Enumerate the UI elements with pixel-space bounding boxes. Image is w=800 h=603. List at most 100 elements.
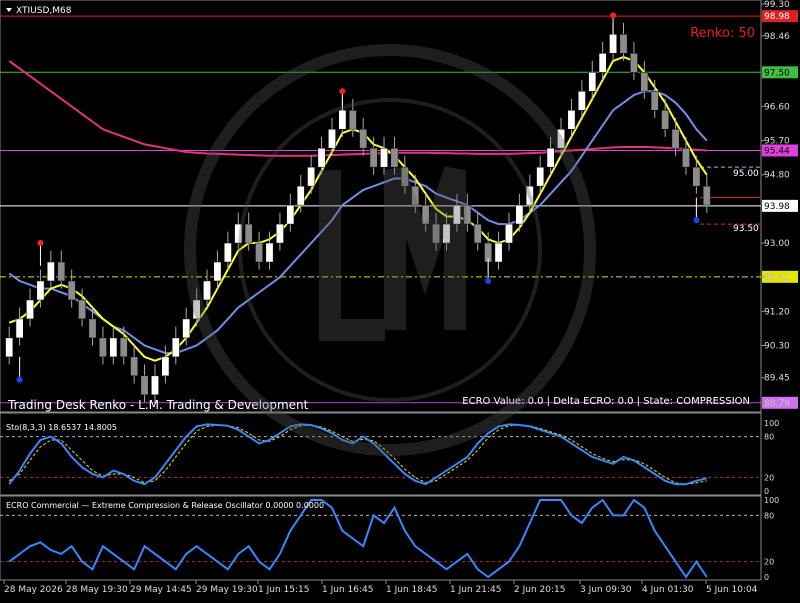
chart-window[interactable]: 98.98 97.50 95.44 93.98 92.11 88.79 99.30 98.4…	[0, 0, 800, 600]
bear-brick	[88, 318, 97, 339]
bull-brick	[505, 223, 513, 244]
bull-brick	[15, 318, 24, 339]
bull-brick	[265, 242, 274, 263]
price-level-label: 98.98	[764, 12, 790, 22]
bear-brick	[702, 185, 711, 206]
bear-brick	[119, 337, 128, 358]
price-levels-group: 98.98 97.50 95.44 93.98 92.11 88.79	[0, 10, 798, 409]
bear-brick	[661, 109, 670, 130]
bull-brick	[307, 166, 316, 187]
bull-brick	[567, 109, 576, 130]
bear-brick	[359, 128, 368, 149]
price-tick-label: 92.11	[764, 273, 790, 283]
symbol-label: XTIUSD,M68	[16, 6, 72, 16]
bear-brick	[432, 223, 440, 244]
bear-brick	[640, 72, 649, 92]
pivot-marks-group	[16, 12, 700, 383]
bull-brick	[286, 204, 295, 225]
osc-level-label: 20	[764, 473, 774, 482]
bull-brick	[536, 166, 545, 187]
time-tick-label: 28 May 19:30	[66, 585, 128, 595]
bear-brick	[390, 147, 399, 168]
time-tick-label: 28 May 2026	[4, 585, 63, 595]
pivot-high-dot	[37, 240, 44, 247]
price-tick-label: 98.46	[764, 32, 790, 42]
ecro-label: ECRO Commercial — Extreme Compression & …	[6, 501, 324, 510]
time-tick-label: 1 Jun 18:45	[386, 585, 437, 595]
chevron-down-icon[interactable]	[6, 8, 12, 12]
osc-level-label: 100	[764, 419, 779, 428]
bull-brick	[26, 299, 34, 320]
annotation-95: 95.00	[733, 169, 759, 179]
price-level-label: 93.98	[764, 202, 790, 212]
bear-brick	[473, 223, 482, 244]
bull-brick	[317, 147, 326, 168]
bear-brick	[67, 280, 76, 301]
price-tick-label: 89.45	[764, 374, 790, 384]
price-tick-label: 93.00	[764, 239, 790, 249]
bear-brick	[348, 109, 357, 130]
bear-brick	[411, 185, 420, 206]
osc-level-label: 100	[764, 496, 779, 505]
bull-brick	[494, 242, 503, 263]
time-tick-label: 1 Jun 16:45	[322, 585, 373, 595]
annotation-93-50: 93.50	[733, 224, 759, 234]
bull-brick	[557, 128, 565, 149]
price-tick-label: 90.30	[764, 341, 790, 351]
bull-brick	[380, 147, 388, 168]
bear-brick	[369, 147, 378, 168]
price-tick-label: 96.60	[764, 102, 790, 112]
osc-level-label: 20	[764, 558, 774, 567]
pivot-low-dot	[16, 376, 23, 383]
bull-brick	[5, 337, 14, 358]
bear-brick	[130, 356, 139, 377]
osc-level-label: 80	[764, 433, 774, 442]
time-tick-label: 4 Jun 01:30	[642, 585, 694, 595]
bull-brick	[588, 72, 597, 92]
price-tick-label: 88.79	[764, 399, 790, 409]
time-tick-label: 3 Jun 09:30	[580, 585, 632, 595]
price-level-label: 97.50	[764, 68, 790, 78]
pivot-high-dot	[339, 88, 346, 95]
stoch-k-line	[8, 423, 708, 486]
ecro-status-text: ECRO Value: 0.0 | Delta ECRO: 0.0 | Stat…	[462, 396, 750, 407]
bear-brick	[630, 53, 638, 73]
bull-brick	[203, 280, 211, 301]
bull-brick	[328, 128, 336, 149]
bear-brick	[421, 204, 430, 225]
bear-brick	[671, 128, 680, 149]
pivot-low-dot	[693, 217, 700, 224]
bear-brick	[463, 204, 472, 225]
renko-brick-label: Renko: 50	[690, 26, 755, 41]
bull-brick	[151, 375, 159, 396]
bull-brick	[546, 147, 555, 168]
price-tick-label: 91.20	[764, 307, 790, 317]
bear-brick	[619, 34, 628, 54]
bear-brick	[244, 223, 253, 244]
time-tick-label: 29 May 19:30	[196, 585, 258, 595]
price-tick-label: 94.80	[764, 171, 790, 181]
bear-brick	[400, 166, 409, 187]
bear-brick	[99, 337, 107, 358]
bull-brick	[192, 299, 201, 320]
time-tick-label: 1 Jun 15:15	[258, 585, 309, 595]
bull-brick	[171, 337, 180, 358]
osc-level-label: 0	[764, 487, 769, 496]
stochastic-label: Sto(8,3,3) 18.6537 14.8005	[6, 423, 117, 432]
renko-chart-canvas[interactable]: 98.98 97.50 95.44 93.98 92.11 88.79 99.30 98.4…	[0, 0, 800, 600]
bull-brick	[296, 185, 305, 206]
moving-averages-group	[8, 56, 708, 362]
symbol-header[interactable]: XTIUSD,M68	[6, 6, 72, 16]
bear-brick	[57, 261, 66, 282]
bull-brick	[515, 204, 524, 225]
ma-long-line	[8, 60, 707, 157]
stoch-d-line	[8, 424, 707, 485]
ecro-line	[8, 498, 708, 579]
osc-level-label: 80	[764, 511, 774, 520]
time-tick-label: 2 Jun 20:15	[514, 585, 565, 595]
pivot-high-dot	[610, 12, 617, 19]
price-tick-label: 95.70	[764, 137, 790, 147]
pivot-low-dot	[485, 277, 492, 284]
price-level-label: 95.44	[764, 146, 790, 156]
bull-brick	[234, 223, 243, 244]
